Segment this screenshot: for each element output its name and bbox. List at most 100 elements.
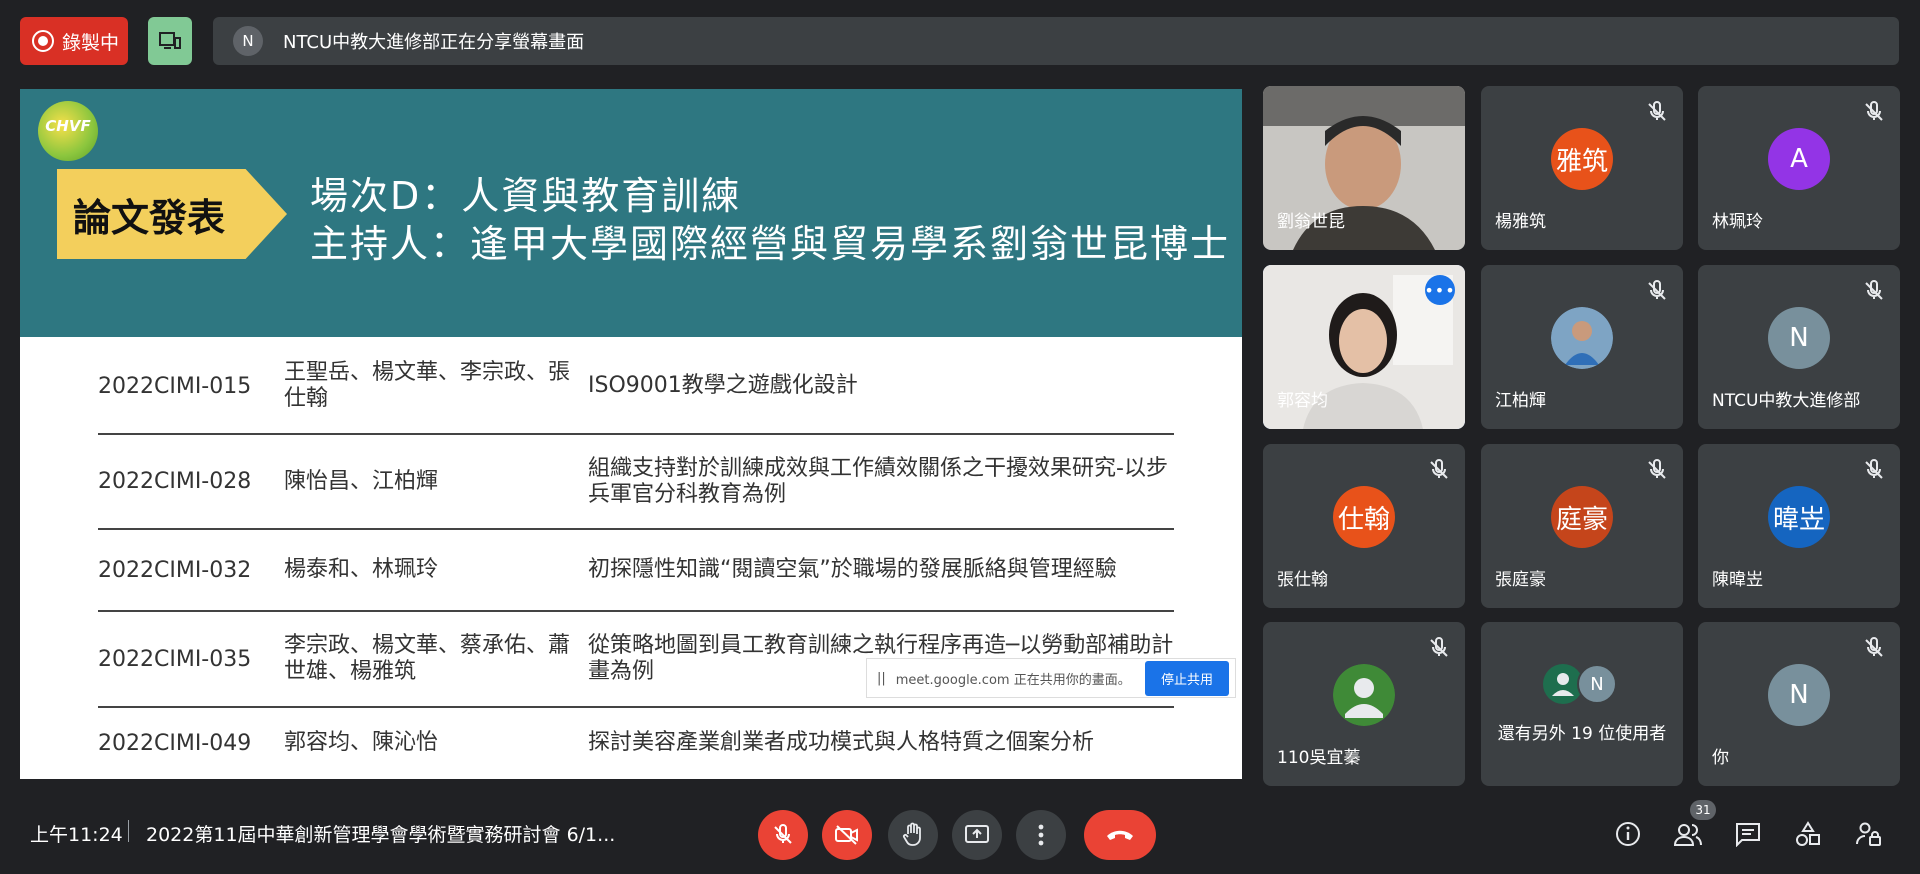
slide-header: CHVF 論文發表 場次D：人資與教育訓練 主持人：逢甲大學國際經營與貿易學系劉… (20, 89, 1242, 337)
paper-authors: 郭容均、陳沁怡 (284, 730, 439, 755)
paper-title: 組織支持對於訓練成效與工作績效關係之干擾效果研究-以步兵軍官分科教育為例 (588, 455, 1168, 507)
activities-button[interactable] (1792, 818, 1824, 850)
participant-name: 110吳宜蓁 (1277, 748, 1361, 768)
participant-tile[interactable]: 仕翰 張仕翰 (1263, 444, 1465, 608)
session-host: 主持人：逢甲大學國際經營與貿易學系劉翁世昆博士 (310, 222, 1231, 266)
mic-off-icon (1648, 101, 1666, 121)
slide-tag: 論文發表 (57, 169, 287, 259)
participant-name: 陳暐岦 (1712, 570, 1763, 590)
table-row: 2022CIMI-028 陳怡昌、江柏輝 組織支持對於訓練成效與工作績效關係之干… (98, 435, 1174, 530)
camera-off-icon (835, 825, 858, 845)
table-row: 2022CIMI-032 楊泰和、林珮玲 初探隱性知識“閱讀空氣”於職場的發展脈… (98, 530, 1174, 612)
paper-authors: 陳怡昌、江柏輝 (284, 468, 439, 494)
participant-tile[interactable]: 110吳宜蓁 (1263, 622, 1465, 786)
meeting-title: 2022第11屆中華創新管理學會學術暨實務研討會 6/1... (146, 824, 616, 846)
paper-id: 2022CIMI-035 (98, 646, 252, 672)
presentation-button[interactable] (148, 17, 192, 65)
mic-off-icon (1648, 459, 1666, 479)
participant-name: 林珮玲 (1712, 212, 1763, 232)
participant-name: 張仕翰 (1277, 570, 1328, 590)
people-button[interactable] (1672, 818, 1704, 850)
participant-tile[interactable]: N 還有另外 19 位使用者 (1481, 622, 1683, 786)
lock-person-icon (1856, 822, 1881, 846)
participant-avatar: 雅筑 (1551, 128, 1613, 190)
mic-off-icon (1430, 459, 1448, 479)
hand-icon (902, 822, 921, 846)
logo-text: CHVF (45, 117, 91, 135)
top-bar: 錄製中 N NTCU中教大進修部正在分享螢幕畫面 (0, 0, 1920, 80)
divider (128, 820, 129, 842)
participant-tile-self[interactable]: N 你 (1698, 622, 1900, 786)
participant-avatar: 暐岦 (1768, 486, 1830, 548)
participant-tile[interactable]: 庭豪 張庭豪 (1481, 444, 1683, 608)
toggle-mic-button[interactable] (758, 810, 808, 860)
paper-authors: 王聖岳、楊文華、李宗政、張仕翰 (284, 360, 571, 411)
paper-id: 2022CIMI-032 (98, 557, 252, 583)
paper-title: 探討美容產業創業者成功模式與人格特質之個案分析 (588, 730, 1095, 755)
recording-button[interactable]: 錄製中 (20, 17, 128, 65)
present-icon (965, 825, 989, 843)
meeting-details-button[interactable] (1612, 818, 1644, 850)
host-controls-button[interactable] (1852, 818, 1884, 850)
participant-tile[interactable]: N NTCU中教大進修部 (1698, 265, 1900, 429)
table-row: 2022CIMI-015 王聖岳、楊文華、李宗政、張仕翰 ISO9001教學之遊… (98, 339, 1174, 435)
participant-name: 張庭豪 (1495, 570, 1546, 590)
share-text: NTCU中教大進修部正在分享螢幕畫面 (283, 32, 585, 53)
toggle-camera-button[interactable] (822, 810, 872, 860)
mic-off-icon (1648, 280, 1666, 300)
recording-label: 錄製中 (62, 31, 120, 54)
more-options-icon[interactable]: ••• (1424, 275, 1455, 305)
activities-icon (1796, 821, 1820, 846)
stop-sharing-button[interactable]: 停止共用 (1144, 660, 1229, 696)
participant-tile[interactable]: A 林珮玲 (1698, 86, 1900, 250)
table-row: 2022CIMI-049 郭容均、陳沁怡 探討美容產業創業者成功模式與人格特質之… (98, 708, 1174, 778)
chrome-share-notice: || meet.google.com 正在共用你的畫面。 停止共用 (866, 658, 1236, 698)
mic-off-icon (1430, 637, 1448, 657)
paper-authors: 李宗政、楊文華、蔡承佑、蕭世雄、楊雅筑 (284, 633, 571, 684)
raise-hand-button[interactable] (888, 810, 938, 860)
presenter-avatar: N (233, 26, 263, 56)
screen-share-banner: N NTCU中教大進修部正在分享螢幕畫面 (213, 17, 1899, 65)
participant-name: 劉翁世昆 (1277, 212, 1345, 232)
participant-name: 江柏輝 (1495, 391, 1546, 411)
drag-handle-icon[interactable]: || (877, 671, 886, 686)
people-icon (1673, 824, 1702, 846)
mic-off-icon (1865, 101, 1883, 121)
bottom-bar: 上午11:24 2022第11屆中華創新管理學會學術暨實務研討會 6/1... … (0, 794, 1920, 874)
participant-avatar: N (1768, 307, 1830, 369)
participant-name: 楊雅筑 (1495, 212, 1546, 232)
mic-off-icon (1865, 637, 1883, 657)
others-count-label: 還有另外 19 位使用者 (1497, 724, 1667, 744)
record-icon (32, 30, 54, 52)
participant-tile[interactable]: 劉翁世昆 (1263, 86, 1465, 250)
paper-title: 初探隱性知識“閱讀空氣”於職場的發展脈絡與管理經驗 (588, 557, 1117, 582)
group-avatar-initial: N (1577, 664, 1617, 704)
session-title: 場次D：人資與教育訓練 (310, 174, 742, 218)
participant-avatar: N (1768, 664, 1830, 726)
participant-avatar: 仕翰 (1333, 486, 1395, 548)
participant-tile[interactable]: ••• 郭容均 (1263, 265, 1465, 429)
chat-button[interactable] (1732, 818, 1764, 850)
paper-id: 2022CIMI-049 (98, 730, 252, 756)
people-count-badge: 31 (1690, 800, 1716, 820)
participant-avatar: A (1768, 128, 1830, 190)
paper-table: 2022CIMI-015 王聖岳、楊文華、李宗政、張仕翰 ISO9001教學之遊… (98, 339, 1174, 778)
participant-photo (1551, 307, 1613, 369)
paper-title: ISO9001教學之遊戲化設計 (588, 373, 858, 398)
paper-id: 2022CIMI-015 (98, 373, 252, 399)
participant-tile[interactable]: 暐岦 陳暐岦 (1698, 444, 1900, 608)
present-now-button[interactable] (952, 810, 1002, 860)
paper-authors: 楊泰和、林珮玲 (284, 557, 439, 582)
info-icon (1616, 822, 1640, 846)
mic-off-icon (1865, 280, 1883, 300)
hang-up-icon (1107, 830, 1133, 840)
more-options-button[interactable] (1016, 810, 1066, 860)
participant-tile[interactable]: 江柏輝 (1481, 265, 1683, 429)
more-vert-icon (1038, 824, 1044, 846)
participant-tile[interactable]: 雅筑 楊雅筑 (1481, 86, 1683, 250)
present-screen-icon (159, 32, 181, 49)
share-notice-text: meet.google.com 正在共用你的畫面。 (895, 672, 1131, 688)
paper-id: 2022CIMI-028 (98, 469, 252, 494)
leave-call-button[interactable] (1084, 810, 1156, 860)
mic-off-icon (774, 824, 792, 844)
